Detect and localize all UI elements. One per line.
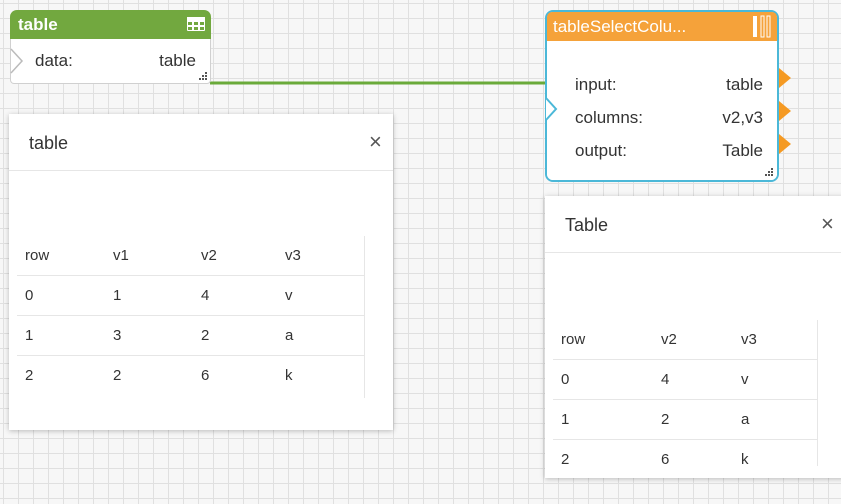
table-preview-panel[interactable]: Table × row v2 v3 0 4 v 1 2 a 2 6 k: [545, 196, 841, 478]
close-icon[interactable]: ×: [821, 211, 834, 237]
port-label: input:: [575, 75, 617, 94]
input-output-port-icon[interactable]: [779, 68, 791, 88]
block-header[interactable]: tableSelectColu...: [547, 12, 777, 41]
table-row: 0 1 4 v: [17, 275, 364, 316]
block-body: input: table columns: v2,v3 output: Tabl…: [545, 41, 791, 180]
column-header[interactable]: row: [17, 236, 105, 276]
port-label: columns:: [575, 108, 644, 127]
column-header[interactable]: v2: [653, 320, 733, 360]
table-source-block[interactable]: table data: table: [10, 10, 211, 84]
column-header[interactable]: v3: [277, 236, 364, 276]
port-value: table: [159, 51, 196, 70]
port-label: output:: [575, 141, 627, 160]
table-cell: 0: [553, 359, 653, 400]
panel-title: Table: [565, 215, 609, 235]
panel-header: Table ×: [545, 196, 841, 253]
table-grid-container: row v1 v2 v3 0 1 4 v 1 3 2 a 2 2 6 k: [17, 236, 365, 398]
port-value: table: [726, 75, 763, 94]
table-cell: k: [285, 366, 293, 384]
port-value: Table: [722, 141, 763, 160]
table-cell: k: [741, 450, 749, 468]
port-data: data: table: [35, 51, 196, 73]
table-row: 2 2 6 k: [17, 355, 364, 395]
column-header[interactable]: row: [553, 320, 653, 360]
table-cell: 4: [653, 359, 733, 400]
column-header[interactable]: v2: [193, 236, 277, 276]
column-header[interactable]: v3: [733, 320, 817, 360]
table-cell: a: [733, 399, 817, 440]
block-title: table: [18, 15, 58, 34]
data-table: row v2 v3 0 4 v 1 2 a 2 6 k: [553, 320, 817, 479]
table-cell: 3: [105, 315, 193, 356]
output-output-port-icon[interactable]: [779, 134, 791, 154]
port-label: data:: [35, 51, 73, 70]
panel-title: table: [29, 133, 69, 153]
data-table: row v1 v2 v3 0 1 4 v 1 3 2 a 2 2 6 k: [17, 236, 364, 395]
table-header-row: row v1 v2 v3: [17, 236, 364, 276]
table-grid-container: row v2 v3 0 4 v 1 2 a 2 6 k: [553, 320, 818, 468]
table-cell: 1: [105, 275, 193, 316]
table-cell: 1: [553, 399, 653, 440]
resize-grip-icon[interactable]: [764, 167, 774, 177]
table-cell: v: [277, 275, 364, 316]
resize-handle-icon[interactable]: [753, 15, 771, 38]
block-title: tableSelectColu...: [553, 17, 687, 36]
table-header-row: row v2 v3: [553, 320, 817, 360]
port-value: v2,v3: [722, 108, 763, 127]
port-columns: columns: v2,v3: [575, 108, 763, 130]
column-header[interactable]: v1: [105, 236, 193, 276]
table-cell: a: [277, 315, 364, 356]
table-row: 2 6 k: [553, 439, 817, 479]
table-cell: 2: [25, 366, 34, 384]
data-input-port-icon[interactable]: [10, 48, 24, 74]
block-header[interactable]: table: [10, 10, 211, 39]
table-cell: 4: [193, 275, 277, 316]
table-row: 1 2 a: [553, 399, 817, 440]
table-cell: 6: [201, 366, 210, 384]
block-body: data: table: [10, 39, 211, 84]
table-cell: 2: [561, 450, 570, 468]
columns-input-port-icon[interactable]: [545, 97, 559, 121]
port-input: input: table: [575, 75, 763, 97]
table-preview-panel[interactable]: table × row v1 v2 v3 0 1 4 v 1 3 2 a 2 2…: [9, 114, 393, 430]
table-cell: 2: [193, 315, 277, 356]
panel-header: table ×: [9, 114, 393, 171]
columns-output-port-icon[interactable]: [779, 101, 791, 121]
table-cell: 6: [661, 450, 670, 468]
table-icon: [187, 17, 205, 31]
resize-grip-icon[interactable]: [198, 71, 208, 81]
table-cell: 1: [17, 315, 105, 356]
table-cell: 2: [113, 366, 122, 384]
table-select-columns-block[interactable]: tableSelectColu... input: table columns:…: [545, 10, 791, 182]
table-row: 0 4 v: [553, 359, 817, 400]
port-output: output: Table: [575, 141, 763, 163]
table-cell: 0: [17, 275, 105, 316]
table-row: 1 3 2 a: [17, 315, 364, 356]
close-icon[interactable]: ×: [369, 129, 382, 155]
table-cell: 2: [653, 399, 733, 440]
table-cell: v: [733, 359, 817, 400]
